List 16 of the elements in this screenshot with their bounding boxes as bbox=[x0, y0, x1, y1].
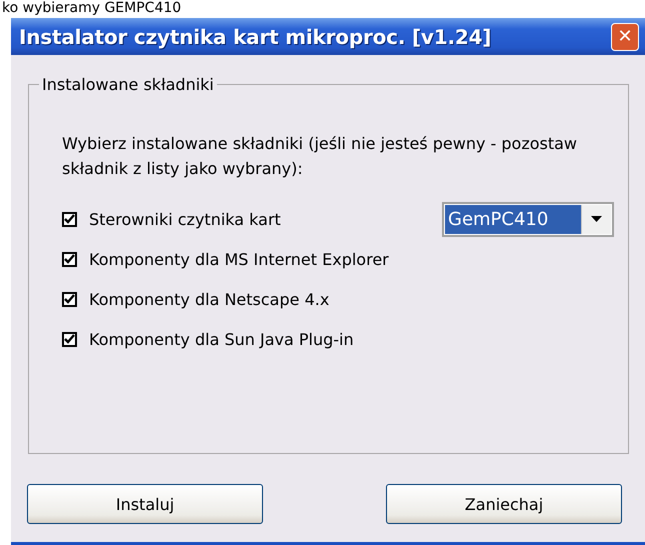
checkbox[interactable] bbox=[62, 212, 77, 226]
checkbox[interactable] bbox=[62, 332, 77, 346]
checkbox-label[interactable]: Komponenty dla Netscape 4.x bbox=[89, 290, 330, 308]
caption-text: ko wybieramy GEMPC410 bbox=[1, 0, 182, 16]
checkbox-label[interactable]: Komponenty dla Sun Java Plug-in bbox=[89, 330, 354, 348]
install-button[interactable]: Instaluj bbox=[27, 484, 263, 524]
dropdown-arrow-icon[interactable] bbox=[591, 216, 602, 222]
instructions-text: Wybierz instalowane składniki (jeśli nie jesteś pewny - pozostaw składnik z listy jako wybrany): bbox=[62, 133, 578, 180]
checkbox-label[interactable]: Sterowniki czytnika kart bbox=[89, 210, 281, 228]
reader-dropdown[interactable]: GemPC410 bbox=[442, 202, 614, 236]
cancel-button[interactable]: Zaniechaj bbox=[386, 484, 622, 524]
checkbox[interactable] bbox=[62, 252, 77, 266]
window-title: Instalator czytnika kart mikroproc. [v1.24] bbox=[19, 24, 492, 48]
checkbox-label[interactable]: Komponenty dla MS Internet Explorer bbox=[89, 250, 389, 268]
checkbox[interactable] bbox=[62, 292, 77, 306]
close-button[interactable]: ✕ bbox=[611, 22, 639, 50]
